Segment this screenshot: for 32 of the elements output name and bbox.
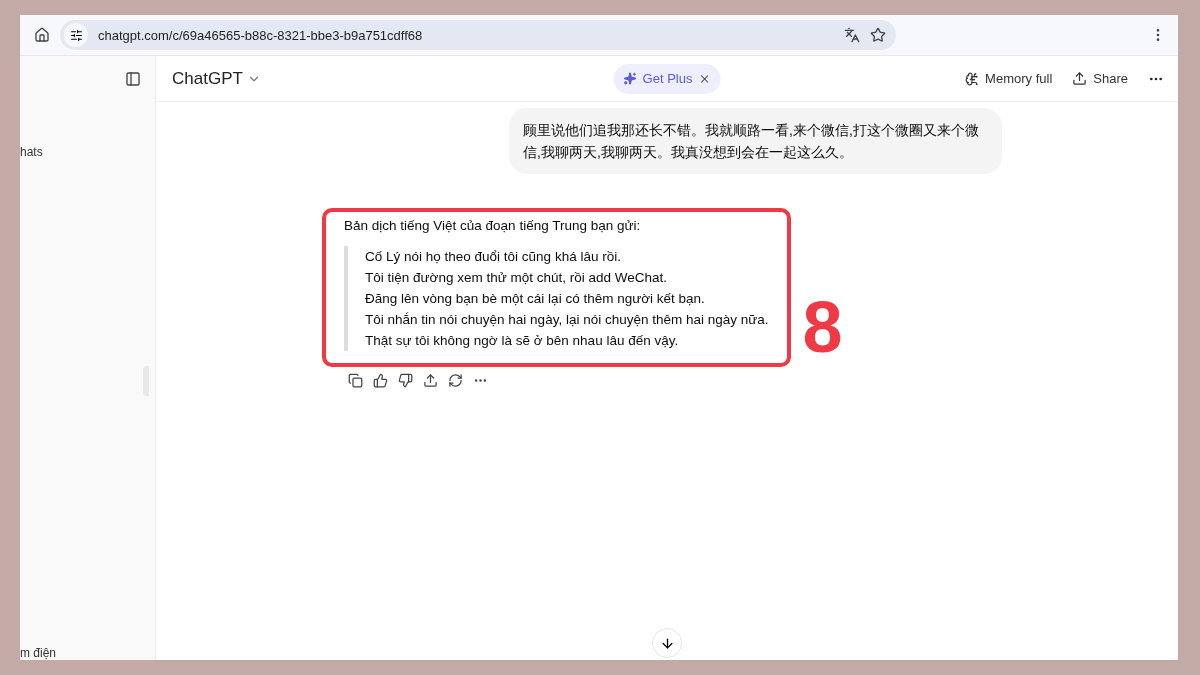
share-button[interactable]: Share <box>1072 71 1128 86</box>
share-icon <box>1072 71 1088 86</box>
sidebar-item[interactable]: hats <box>20 145 155 159</box>
close-icon[interactable] <box>698 72 711 85</box>
address-bar[interactable]: chatgpt.com/c/69a46565-b88c-8321-bbe3-b9a751cdff68 <box>60 20 896 50</box>
quote-line: Tôi tiện đường xem thử một chút, rồi add WeChat. <box>365 269 669 287</box>
model-selector[interactable]: ChatGPT <box>172 68 261 89</box>
home-icon[interactable] <box>34 27 50 43</box>
share-icon[interactable] <box>423 373 438 388</box>
assistant-intro: Bản dịch tiếng Việt của đoạn tiếng Trung bạn gửi: <box>344 217 642 235</box>
quote-line: Thật sự tôi không ngờ là sẽ ở bên nhau lâu đến vậy. <box>365 332 680 350</box>
copy-icon[interactable] <box>348 373 363 388</box>
step-number: 8 <box>802 291 843 363</box>
sidebar-toggle-icon[interactable] <box>125 70 141 87</box>
thumbs-down-icon[interactable] <box>398 373 413 388</box>
refresh-icon[interactable] <box>448 373 463 388</box>
url-text: chatgpt.com/c/69a46565-b88c-8321-bbe3-b9a751cdff68 <box>98 27 424 43</box>
thumbs-up-icon[interactable] <box>373 373 388 388</box>
site-settings-icon[interactable] <box>64 23 88 47</box>
user-message: 顾里说他们追我那还长不错。我就顺路一看,来个微信,打这个微圈又来个微信,我聊两天,我聊两天。我真没想到会在一起这么久。 <box>509 108 1002 174</box>
get-plus-pill[interactable]: Get Plus <box>613 63 721 94</box>
scroll-down-button[interactable] <box>652 628 682 658</box>
translate-icon[interactable] <box>844 27 860 43</box>
get-plus-label: Get Plus <box>642 71 693 86</box>
quote-line: Cố Lý nói họ theo đuổi tôi cũng khá lâu rồi. <box>365 248 622 266</box>
memory-button[interactable]: Memory full <box>965 71 1053 86</box>
sidebar-item[interactable]: m điện <box>20 646 155 660</box>
arrow-down-icon <box>659 635 675 651</box>
quote-line: Đăng lên vòng bạn bè một cái lại có thêm người kết bạn. <box>365 290 706 308</box>
star-icon[interactable] <box>870 27 886 43</box>
sparkle-icon <box>623 72 637 85</box>
quote-line: Tôi nhắn tin nói chuyện hai ngày, lại nói chuyện thêm hai ngày nữa. <box>365 311 769 329</box>
